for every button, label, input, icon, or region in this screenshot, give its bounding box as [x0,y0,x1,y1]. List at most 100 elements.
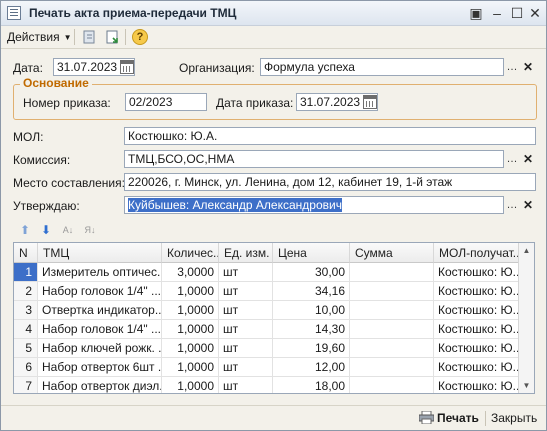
table-cell-qty[interactable]: 1,0000 [162,301,219,320]
table-cell-unit[interactable]: шт [219,377,273,393]
table-row[interactable]: 7 Набор отверток диэл... 1,0000 шт 18,00 Кост… [14,377,519,393]
table-cell-sum[interactable] [350,358,434,377]
table-cell-item[interactable]: Измеритель оптичес... [38,263,162,282]
table-cell-sum[interactable] [350,263,434,282]
table-cell-n[interactable]: 7 [14,377,38,393]
table-cell-price[interactable]: 19,60 [273,339,350,358]
close-window-button[interactable]: ✕ [526,4,544,22]
table-row[interactable]: 1 Измеритель оптичес... 3,0000 шт 30,00 Костю… [14,263,519,282]
table-cell-item[interactable]: Набор отверток диэл... [38,377,162,393]
table-cell-mol[interactable]: Костюшко: Ю... [434,358,519,377]
table-cell-qty[interactable]: 1,0000 [162,282,219,301]
table-cell-mol[interactable]: Костюшко: Ю... [434,339,519,358]
table-cell-qty[interactable]: 1,0000 [162,320,219,339]
approve-value: Куйбышев: Александр Александрович [128,198,342,212]
order-number-field[interactable]: 02/2023 [125,93,207,111]
table-cell-sum[interactable] [350,377,434,393]
scroll-up-icon[interactable]: ▲ [519,243,534,258]
table-cell-item[interactable]: Набор головок 1/4" ... [38,282,162,301]
items-table: N ТМЦ Количес... Ед. изм. Цена Сумма МОЛ… [13,242,535,394]
table-cell-price[interactable]: 12,00 [273,358,350,377]
calendar-icon[interactable] [363,95,377,109]
table-cell-mol[interactable]: Костюшко: Ю... [434,263,519,282]
help-icon[interactable]: ? [132,29,148,45]
table-cell-unit[interactable]: шт [219,339,273,358]
column-header-mol[interactable]: МОЛ-получат... [434,243,519,263]
table-cell-qty[interactable]: 1,0000 [162,339,219,358]
table-cell-qty[interactable]: 1,0000 [162,358,219,377]
table-row[interactable]: 4 Набор головок 1/4" ... 1,0000 шт 14,30 Кост… [14,320,519,339]
actions-menu[interactable]: Действия ▼ [7,30,72,44]
calendar-icon[interactable] [120,60,134,74]
table-cell-qty[interactable]: 1,0000 [162,377,219,393]
table-cell-unit[interactable]: шт [219,320,273,339]
commission-select-button[interactable]: … [504,150,520,168]
table-cell-n[interactable]: 6 [14,358,38,377]
column-header-qty[interactable]: Количес... [162,243,219,263]
table-cell-item[interactable]: Набор отверток 6шт ... [38,358,162,377]
sort-ascending-icon[interactable]: A↓ [60,223,76,237]
place-value: 220026, г. Минск, ул. Ленина, дом 12, ка… [128,175,453,189]
organization-clear-icon[interactable]: ✕ [520,58,536,76]
table-cell-sum[interactable] [350,339,434,358]
approve-select-button[interactable]: … [504,196,520,214]
order-number-value: 02/2023 [129,95,173,109]
approve-label: Утверждаю: [13,199,80,213]
table-cell-n[interactable]: 4 [14,320,38,339]
column-header-item[interactable]: ТМЦ [38,243,162,263]
table-cell-qty[interactable]: 3,0000 [162,263,219,282]
table-cell-sum[interactable] [350,301,434,320]
column-header-sum[interactable]: Сумма [350,243,434,263]
table-cell-n[interactable]: 3 [14,301,38,320]
table-cell-mol[interactable]: Костюшко: Ю... [434,377,519,393]
table-row[interactable]: 3 Отвертка индикатор... 1,0000 шт 10,00 Костю… [14,301,519,320]
table-cell-sum[interactable] [350,320,434,339]
export-icon[interactable] [105,29,121,45]
commission-clear-icon[interactable]: ✕ [520,150,536,168]
sort-descending-icon[interactable]: Я↓ [82,223,98,237]
table-row[interactable]: 5 Набор ключей рожк. ... 1,0000 шт 19,60 Кост… [14,339,519,358]
table-cell-price[interactable]: 14,30 [273,320,350,339]
table-cell-unit[interactable]: шт [219,282,273,301]
table-cell-unit[interactable]: шт [219,358,273,377]
mol-field[interactable]: Костюшко: Ю.А. [124,127,536,145]
table-cell-item[interactable]: Набор головок 1/4" ... [38,320,162,339]
table-cell-mol[interactable]: Костюшко: Ю... [434,301,519,320]
table-cell-sum[interactable] [350,282,434,301]
approve-clear-icon[interactable]: ✕ [520,196,536,214]
table-row[interactable]: 6 Набор отверток 6шт ... 1,0000 шт 12,00 Кост… [14,358,519,377]
table-cell-unit[interactable]: шт [219,263,273,282]
table-cell-item[interactable]: Отвертка индикатор... [38,301,162,320]
table-cell-mol[interactable]: Костюшко: Ю... [434,320,519,339]
minimize-button[interactable]: – [488,4,506,22]
table-cell-price[interactable]: 10,00 [273,301,350,320]
table-cell-price[interactable]: 30,00 [273,263,350,282]
table-cell-unit[interactable]: шт [219,301,273,320]
organization-field[interactable]: Формула успеха [260,58,504,76]
print-button[interactable]: Печать [418,410,479,425]
table-row[interactable]: 2 Набор головок 1/4" ... 1,0000 шт 34,16 Кост… [14,282,519,301]
column-header-unit[interactable]: Ед. изм. [219,243,273,263]
table-cell-price[interactable]: 18,00 [273,377,350,393]
table-cell-n[interactable]: 2 [14,282,38,301]
organization-select-button[interactable]: … [504,58,520,76]
table-cell-n[interactable]: 5 [14,339,38,358]
commission-field[interactable]: ТМЦ,БСО,ОС,НМА [124,150,504,168]
approve-field[interactable]: Куйбышев: Александр Александрович [124,196,504,214]
place-field[interactable]: 220026, г. Минск, ул. Ленина, дом 12, ка… [124,173,536,191]
detach-icon[interactable]: ▣ [467,4,485,22]
close-button[interactable]: Закрыть [491,411,537,425]
table-cell-item[interactable]: Набор ключей рожк. ... [38,339,162,358]
scroll-down-icon[interactable]: ▼ [519,378,534,393]
table-cell-mol[interactable]: Костюшко: Ю... [434,282,519,301]
mol-value: Костюшко: Ю.А. [128,129,218,143]
table-cell-n[interactable]: 1 [14,263,38,282]
move-up-icon[interactable]: ⬆ [17,223,33,237]
table-cell-price[interactable]: 34,16 [273,282,350,301]
column-header-n[interactable]: N [14,243,38,263]
refresh-icon[interactable] [82,29,98,45]
maximize-button[interactable]: ☐ [508,4,526,22]
vertical-scrollbar[interactable]: ▲ ▼ [518,243,534,393]
move-down-icon[interactable]: ⬇ [38,223,54,237]
column-header-price[interactable]: Цена [273,243,350,263]
